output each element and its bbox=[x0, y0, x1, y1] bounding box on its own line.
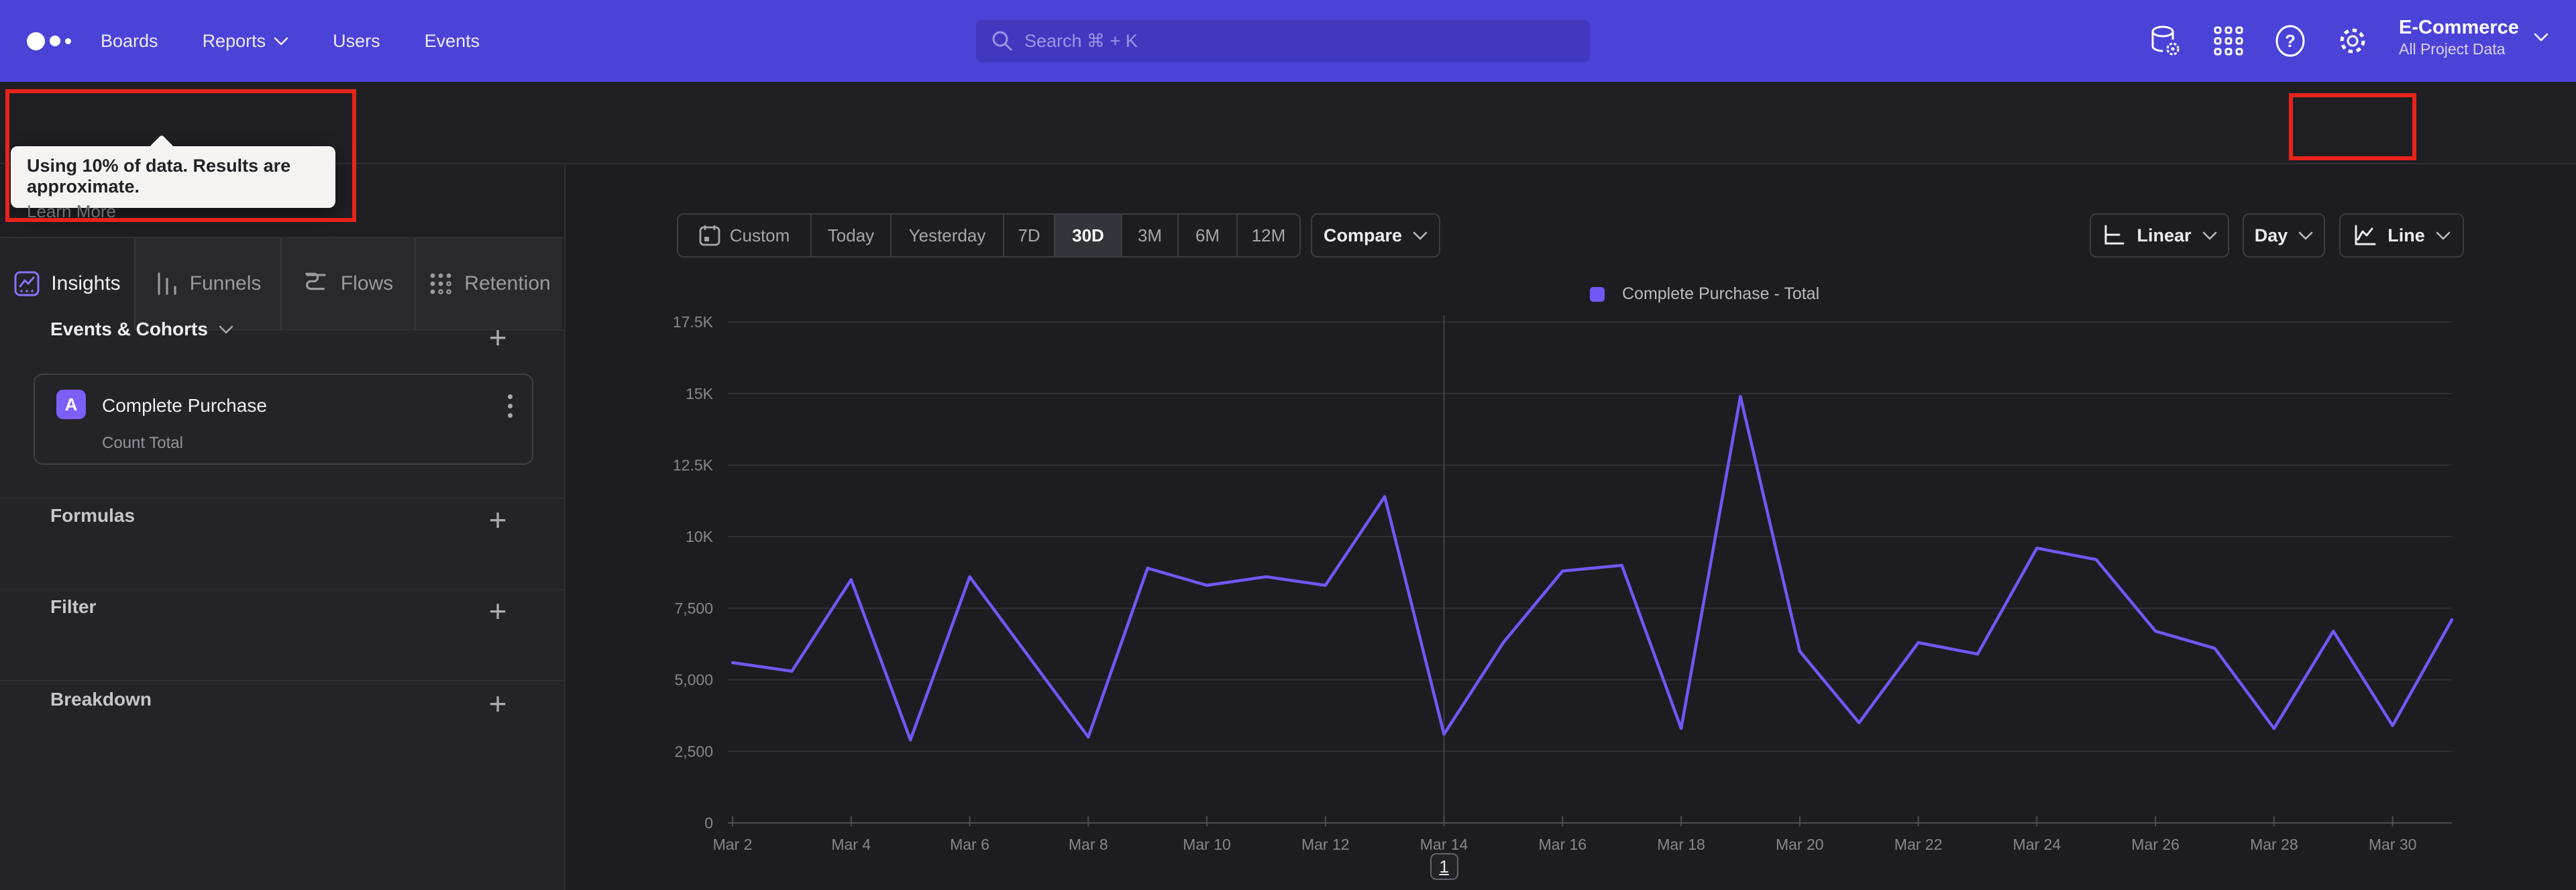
search-icon bbox=[991, 30, 1014, 52]
x-axis-label: Mar 8 bbox=[1069, 836, 1108, 853]
grid-apps-icon bbox=[2213, 25, 2244, 56]
learn-more-link[interactable]: Learn More bbox=[27, 201, 116, 222]
database-gear-icon bbox=[2147, 23, 2182, 58]
y-axis-label: 0 bbox=[704, 814, 713, 832]
flows-icon bbox=[303, 272, 330, 296]
chevron-down-icon bbox=[274, 37, 288, 45]
section-breakdown: Breakdown bbox=[50, 689, 152, 710]
tab-label: Insights bbox=[51, 272, 121, 294]
event-card[interactable]: A Complete Purchase Count Total bbox=[34, 374, 533, 465]
top-nav: Boards Reports Users Events Search ⌘ + K bbox=[0, 0, 2576, 82]
events-cohorts-label: Events & Cohorts bbox=[50, 319, 208, 339]
mixpanel-insights-app: Boards Reports Users Events Search ⌘ + K bbox=[0, 0, 2576, 890]
retention-icon bbox=[430, 273, 453, 296]
help-circle-icon: ? bbox=[2273, 23, 2308, 58]
event-name: Complete Purchase bbox=[102, 395, 267, 416]
x-axis-label: Mar 26 bbox=[2131, 836, 2180, 853]
y-axis-label: 10K bbox=[686, 528, 714, 545]
add-filter-button[interactable]: + bbox=[478, 591, 518, 631]
tooltip-text: Using 10% of data. Results are approxima… bbox=[27, 156, 291, 197]
project-scope: All Project Data bbox=[2399, 40, 2506, 58]
tab-funnels[interactable]: Funnels bbox=[136, 238, 282, 329]
kebab-menu-icon[interactable] bbox=[496, 391, 523, 421]
divider bbox=[0, 498, 564, 499]
x-axis-label: Mar 10 bbox=[1183, 836, 1231, 853]
settings-button[interactable] bbox=[2332, 21, 2373, 61]
project-name: E-Commerce bbox=[2399, 17, 2519, 38]
x-axis-label: Mar 20 bbox=[1776, 836, 1824, 853]
help-button[interactable]: ? bbox=[2270, 21, 2310, 61]
chevron-down-icon bbox=[219, 325, 233, 333]
add-formula-button[interactable]: + bbox=[478, 500, 518, 540]
x-axis-label: Mar 4 bbox=[831, 836, 871, 853]
divider bbox=[0, 589, 564, 590]
events-cohorts-header[interactable]: Events & Cohorts bbox=[50, 319, 233, 340]
series-letter-badge: A bbox=[56, 390, 86, 419]
x-axis-label: Mar 28 bbox=[2250, 836, 2298, 853]
query-sidebar: Insights Funnels Flows Retention Events … bbox=[0, 164, 566, 890]
primary-nav: Boards Reports Users Events bbox=[101, 0, 480, 82]
report-type-tabs: Insights Funnels Flows Retention bbox=[0, 237, 566, 331]
data-management-button[interactable] bbox=[2144, 21, 2184, 61]
x-axis-label: Mar 12 bbox=[1301, 836, 1350, 853]
event-metric[interactable]: Count Total bbox=[102, 434, 183, 453]
x-axis-label: Mar 22 bbox=[1894, 836, 1943, 853]
nav-item-reports[interactable]: Reports bbox=[203, 31, 289, 52]
nav-item-users[interactable]: Users bbox=[333, 31, 380, 52]
tab-insights[interactable]: Insights bbox=[0, 238, 136, 331]
y-axis-label: 7,500 bbox=[674, 600, 713, 617]
x-axis-label: Mar 14 bbox=[1420, 836, 1468, 853]
tab-retention[interactable]: Retention bbox=[416, 238, 563, 329]
svg-text:?: ? bbox=[2285, 31, 2296, 51]
add-event-button[interactable]: + bbox=[478, 317, 518, 357]
tab-flows[interactable]: Flows bbox=[282, 238, 416, 329]
project-selector[interactable]: E-Commerce All Project Data bbox=[2399, 16, 2548, 59]
funnels-icon bbox=[155, 271, 179, 296]
y-axis-label: 17.5K bbox=[673, 313, 714, 331]
gear-icon bbox=[2335, 23, 2370, 58]
x-axis-label: Mar 16 bbox=[1539, 836, 1587, 853]
divider bbox=[0, 680, 564, 681]
x-axis-label: Mar 24 bbox=[2013, 836, 2061, 853]
tab-label: Retention bbox=[464, 272, 551, 294]
x-axis-label: Mar 2 bbox=[713, 836, 753, 853]
annotation-marker[interactable]: 1 bbox=[1430, 853, 1458, 880]
line-chart: 0 2,500 5,000 7,500 10K 12.5K 15K 17.5K Mar 2 Mar… bbox=[673, 313, 2454, 853]
tab-label: Funnels bbox=[189, 272, 262, 294]
nav-item-boards[interactable]: Boards bbox=[101, 31, 158, 52]
chart-area: Custom Today Yesterday 7D 30D 3M 6M 12M … bbox=[566, 164, 2576, 890]
chevron-down-icon bbox=[2534, 33, 2548, 42]
x-axis-label: Mar 18 bbox=[1657, 836, 1705, 853]
report-header: Untitled Sampled + Add description... bbox=[0, 82, 2576, 229]
x-axis-label: Mar 6 bbox=[950, 836, 989, 853]
nav-item-events[interactable]: Events bbox=[425, 31, 480, 52]
y-axis-label: 2,500 bbox=[674, 742, 713, 760]
tab-label: Flows bbox=[340, 272, 394, 294]
y-axis-label: 12.5K bbox=[673, 457, 714, 474]
section-formulas: Formulas bbox=[50, 505, 136, 526]
mixpanel-logo-icon[interactable] bbox=[27, 0, 71, 82]
sampling-tooltip: Using 10% of data. Results are approxima… bbox=[11, 146, 335, 221]
y-axis-label: 5,000 bbox=[674, 671, 713, 689]
x-axis-label: Mar 30 bbox=[2369, 836, 2417, 853]
search-placeholder: Search ⌘ + K bbox=[1024, 30, 1138, 51]
add-breakdown-button[interactable]: + bbox=[478, 683, 518, 724]
y-axis-label: 15K bbox=[686, 385, 714, 402]
data-line[interactable] bbox=[731, 394, 2454, 742]
search-input[interactable]: Search ⌘ + K bbox=[976, 19, 1590, 62]
insights-icon bbox=[13, 270, 40, 297]
section-filter: Filter bbox=[50, 596, 97, 617]
apps-menu-button[interactable] bbox=[2208, 21, 2249, 61]
